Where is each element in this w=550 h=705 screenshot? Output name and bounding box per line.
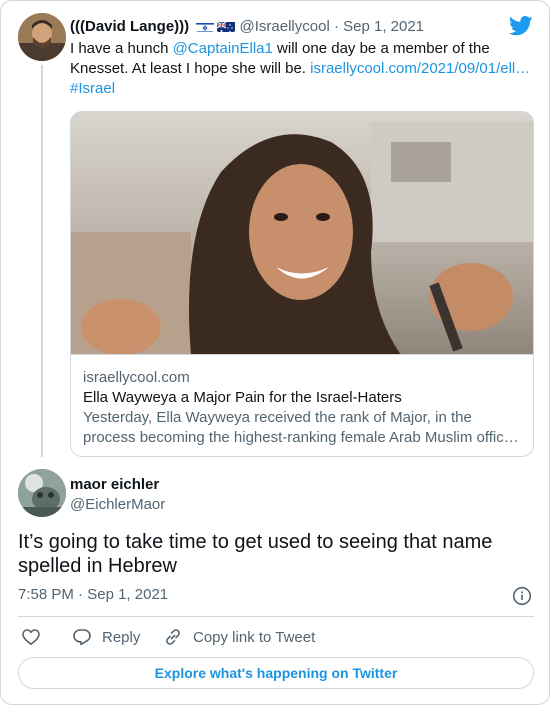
thread-line (41, 65, 43, 457)
tweet-embed-card: (((David Lange))) @Israellycool · Sep 1,… (0, 0, 550, 705)
link-icon (166, 629, 180, 645)
tweet-time[interactable]: 7:58 PM (18, 586, 74, 603)
reply-label: Reply (102, 628, 141, 646)
parent-text-start: I have a hunch (70, 40, 173, 57)
israel-flag-icon (196, 20, 215, 32)
info-icon[interactable] (512, 586, 532, 606)
reply-icon (73, 629, 91, 646)
parent-handle[interactable]: @Israellycool (240, 18, 330, 35)
link-preview-card[interactable]: israellycool.com Ella Wayweya a Major Pa… (70, 111, 534, 457)
link-description: Yesterday, Ella Wayweya received the ran… (83, 408, 523, 448)
link-preview-image[interactable] (71, 112, 533, 355)
tweet-date[interactable]: Sep 1, 2021 (87, 586, 168, 603)
tweet-separator: · (78, 586, 84, 603)
author-name[interactable]: maor eichler (70, 475, 159, 495)
link-description-line1: Yesterday, Ella Wayweya received the ran… (83, 409, 472, 426)
parent-author-name[interactable]: (((David Lange))) (70, 18, 189, 35)
parent-avatar[interactable] (18, 13, 66, 61)
copy-link-button[interactable]: Copy link to Tweet (163, 625, 315, 649)
twitter-bird-icon[interactable] (508, 15, 533, 37)
url-link[interactable]: israellycool.com/2021/09/01/ell… (310, 60, 530, 77)
like-button[interactable] (21, 625, 41, 649)
divider (18, 616, 534, 617)
link-domain: israellycool.com (83, 369, 190, 386)
explore-button[interactable]: Explore what's happening on Twitter (18, 657, 534, 689)
parent-separator: · (333, 18, 339, 35)
heart-icon (22, 629, 40, 645)
link-title: Ella Wayweya a Major Pain for the Israel… (83, 389, 402, 406)
reply-button[interactable]: Reply (72, 625, 140, 649)
tweet-timestamp[interactable]: 7:58 PM · Sep 1, 2021 (18, 585, 168, 605)
parent-date[interactable]: Sep 1, 2021 (343, 18, 424, 35)
author-handle[interactable]: @EichlerMaor (70, 495, 165, 515)
link-description-line2: process becoming the highest-ranking fem… (83, 429, 519, 446)
author-avatar[interactable] (18, 469, 66, 517)
parent-header: (((David Lange))) @Israellycool · Sep 1,… (70, 17, 424, 37)
tweet-text: It’s going to take time to get used to s… (18, 531, 493, 577)
mention-link[interactable]: @CaptainElla1 (173, 40, 273, 57)
hashtag-link[interactable]: #Israel (70, 80, 115, 97)
copy-link-label: Copy link to Tweet (193, 628, 316, 646)
parent-tweet-text: I have a hunch @CaptainElla1 will one da… (70, 39, 540, 99)
australia-flag-icon (217, 20, 236, 32)
